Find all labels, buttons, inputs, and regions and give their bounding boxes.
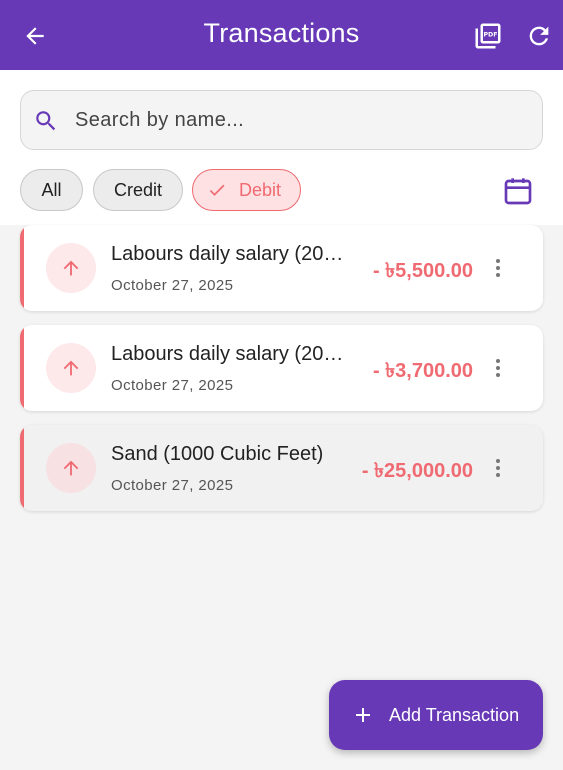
search-icon [36, 111, 56, 131]
search-box [20, 90, 543, 150]
arrow-up-icon [63, 260, 79, 276]
transaction-name: Labours daily salary (20… [111, 243, 344, 265]
more-vert-icon [496, 459, 500, 477]
transaction-amount: - ৳25,000.00 [361, 460, 473, 482]
filter-panel: All Credit Debit [0, 70, 563, 225]
transaction-date: October 27, 2025 [111, 477, 234, 494]
more-options-button[interactable] [486, 453, 510, 483]
refresh-button[interactable] [523, 20, 555, 52]
debit-avatar [46, 443, 96, 493]
transaction-card[interactable]: Sand (1000 Cubic Feet) October 27, 2025 … [20, 425, 543, 511]
filter-chip-debit-label: Debit [239, 179, 282, 200]
debit-indicator-bar [20, 425, 24, 511]
filter-chip-all-label: All [41, 179, 62, 200]
transaction-name: Sand (1000 Cubic Feet) [111, 443, 324, 465]
more-vert-icon [496, 359, 500, 377]
debit-avatar [46, 243, 96, 293]
transaction-amount: - ৳5,500.00 [372, 260, 473, 282]
arrow-up-icon [63, 460, 79, 476]
more-options-button[interactable] [486, 253, 510, 283]
refresh-icon [529, 26, 549, 46]
transaction-date: October 27, 2025 [111, 277, 234, 294]
search-input[interactable] [75, 91, 515, 149]
transaction-amount: - ৳3,700.00 [372, 360, 473, 382]
debit-indicator-bar [20, 225, 24, 311]
more-options-button[interactable] [486, 353, 510, 383]
date-filter-button[interactable] [500, 173, 536, 209]
filter-chip-all[interactable]: All [20, 169, 83, 211]
transaction-card[interactable]: Labours daily salary (20… October 27, 20… [20, 325, 543, 411]
pdf-export-icon: PDF [475, 23, 501, 49]
filter-chip-credit[interactable]: Credit [93, 169, 183, 211]
arrow-up-icon [63, 360, 79, 376]
filter-chip-debit[interactable]: Debit [192, 169, 301, 211]
svg-text:PDF: PDF [483, 32, 497, 39]
pdf-export-button[interactable]: PDF [472, 20, 504, 52]
app-bar: Transactions PDF [0, 0, 563, 70]
calendar-icon [504, 178, 532, 205]
transaction-name: Labours daily salary (20… [111, 343, 344, 365]
debit-avatar [46, 343, 96, 393]
add-transaction-label: Add Transaction [389, 705, 520, 725]
transaction-date: October 27, 2025 [111, 377, 234, 394]
transaction-card[interactable]: Labours daily salary (20… October 27, 20… [20, 225, 543, 311]
add-transaction-button[interactable]: Add Transaction [329, 680, 543, 750]
check-icon [209, 184, 225, 196]
plus-icon [356, 708, 370, 722]
filter-chip-credit-label: Credit [113, 179, 162, 200]
more-vert-icon [496, 259, 500, 277]
debit-indicator-bar [20, 325, 24, 411]
